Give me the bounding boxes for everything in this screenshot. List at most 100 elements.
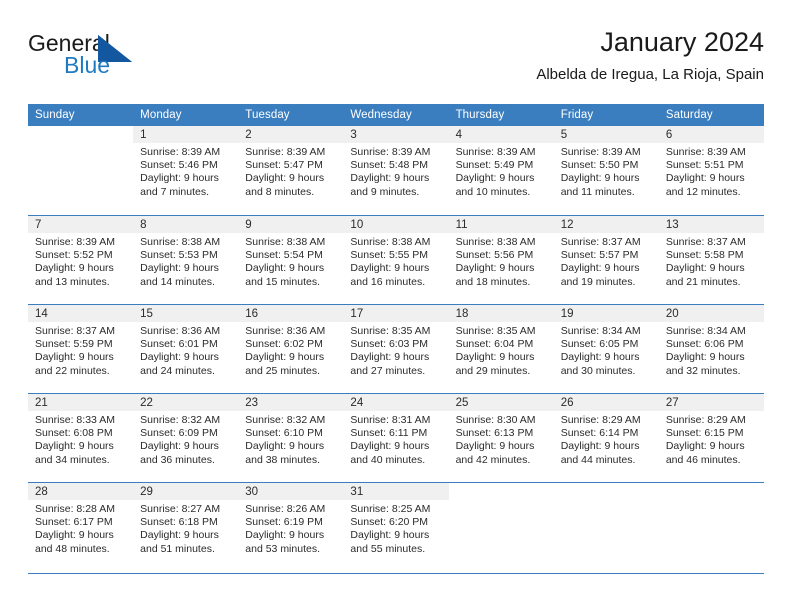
daylight-text: and 55 minutes. (350, 542, 426, 555)
day-sun-info: Sunrise: 8:39 AM Sunset: 5:51 PM Daylight:… (659, 143, 764, 199)
calendar-day-cell[interactable]: 8 Sunrise: 8:38 AM Sunset: 5:53 PM Daylight… (133, 215, 239, 304)
sunrise-text: Sunrise: 8:38 AM (350, 236, 431, 248)
daylight-text: and 21 minutes. (665, 275, 741, 288)
day-sun-info: Sunrise: 8:37 AM Sunset: 5:58 PM Daylight:… (659, 233, 764, 289)
day-number: 25 (448, 394, 554, 411)
calendar-day-cell[interactable]: 25 Sunrise: 8:30 AM Sunset: 6:13 PM Dayligh… (448, 393, 554, 482)
sunset-text: Sunset: 6:20 PM (350, 516, 429, 529)
sunset-text: Sunset: 5:51 PM (665, 159, 744, 172)
calendar-day-cell[interactable]: 14 Sunrise: 8:37 AM Sunset: 5:59 PM Dayligh… (28, 304, 134, 393)
calendar-day-cell[interactable]: 9 Sunrise: 8:38 AM Sunset: 5:54 PM Daylight… (238, 215, 344, 304)
day-sun-info: Sunrise: 8:25 AM Sunset: 6:20 PM Daylight:… (343, 500, 448, 556)
calendar-grid: Sunday Monday Tuesday Wednesday Thursday Frid… (28, 104, 764, 571)
page-title: January 2024 (600, 27, 764, 57)
calendar-day-cell[interactable]: 7 Sunrise: 8:39 AM Sunset: 5:52 PM Daylight… (28, 215, 134, 304)
sunset-text: Sunset: 6:15 PM (665, 427, 744, 440)
calendar-day-cell[interactable]: 31 Sunrise: 8:25 AM Sunset: 6:20 PM Dayligh… (343, 482, 449, 571)
calendar-day-cell[interactable]: 18 Sunrise: 8:35 AM Sunset: 6:04 PM Dayligh… (448, 304, 554, 393)
daylight-text: Daylight: 9 hours (245, 262, 325, 275)
calendar-day-cell[interactable]: 10 Sunrise: 8:38 AM Sunset: 5:55 PM Dayligh… (343, 215, 449, 304)
daylight-text: and 25 minutes. (245, 364, 320, 377)
calendar-day-cell[interactable]: 12 Sunrise: 8:37 AM Sunset: 5:57 PM Dayligh… (553, 215, 659, 304)
day-number: 9 (238, 216, 344, 233)
day-sun-info: Sunrise: 8:34 AM Sunset: 6:06 PM Daylight:… (659, 322, 764, 378)
daylight-text: and 48 minutes. (35, 542, 110, 555)
daylight-text: and 8 minutes. (245, 185, 315, 198)
calendar-day-cell[interactable]: 17 Sunrise: 8:35 AM Sunset: 6:03 PM Dayligh… (343, 304, 449, 393)
calendar-day-cell[interactable]: 23 Sunrise: 8:32 AM Sunset: 6:10 PM Dayligh… (238, 393, 344, 482)
day-sun-info: Sunrise: 8:26 AM Sunset: 6:19 PM Daylight:… (238, 500, 343, 556)
sunrise-text: Sunrise: 8:39 AM (665, 146, 746, 158)
day-sun-info: Sunrise: 8:39 AM Sunset: 5:47 PM Daylight:… (238, 143, 343, 199)
day-sun-info: Sunrise: 8:28 AM Sunset: 6:17 PM Daylight:… (28, 500, 133, 556)
daylight-text: Daylight: 9 hours (140, 262, 219, 275)
daylight-text: Daylight: 9 hours (245, 172, 325, 185)
day-number: 1 (133, 126, 239, 143)
calendar-day-cell[interactable]: 20 Sunrise: 8:34 AM Sunset: 6:06 PM Dayligh… (658, 304, 764, 393)
sunrise-text: Sunrise: 8:35 AM (350, 325, 431, 337)
calendar-day-cell[interactable]: 13 Sunrise: 8:37 AM Sunset: 5:58 PM Dayligh… (658, 215, 764, 304)
sunrise-text: Sunrise: 8:30 AM (455, 414, 536, 426)
page-subtitle: Albelda de Iregua, La Rioja, Spain (536, 66, 764, 83)
calendar-day-cell[interactable]: 2 Sunrise: 8:39 AM Sunset: 5:47 PM Daylight… (238, 126, 344, 215)
calendar-day-cell[interactable]: 19 Sunrise: 8:34 AM Sunset: 6:05 PM Dayligh… (553, 304, 659, 393)
daylight-text: and 30 minutes. (560, 364, 636, 377)
daylight-text: Daylight: 9 hours (455, 172, 535, 185)
daylight-text: Daylight: 9 hours (140, 440, 219, 453)
daylight-text: and 19 minutes. (560, 275, 636, 288)
daylight-text: and 9 minutes. (350, 185, 420, 198)
sunset-text: Sunset: 5:46 PM (140, 159, 218, 172)
day-number: 18 (448, 305, 554, 322)
calendar-day-cell[interactable]: 11 Sunrise: 8:38 AM Sunset: 5:56 PM Dayligh… (448, 215, 554, 304)
sunset-text: Sunset: 5:58 PM (665, 249, 744, 262)
calendar-day-cell[interactable]: 24 Sunrise: 8:31 AM Sunset: 6:11 PM Dayligh… (343, 393, 449, 482)
calendar-day-cell[interactable]: 4 Sunrise: 8:39 AM Sunset: 5:49 PM Daylight… (448, 126, 554, 215)
sunset-text: Sunset: 5:53 PM (140, 249, 218, 262)
calendar-day-cell[interactable]: 15 Sunrise: 8:36 AM Sunset: 6:01 PM Dayligh… (133, 304, 239, 393)
sunrise-text: Sunrise: 8:39 AM (35, 236, 115, 248)
day-number: 27 (658, 394, 764, 411)
day-number: 30 (238, 483, 344, 500)
calendar-day-cell[interactable]: 6 Sunrise: 8:39 AM Sunset: 5:51 PM Daylight… (658, 126, 764, 215)
daylight-text: Daylight: 9 hours (140, 351, 219, 364)
day-number: 2 (238, 126, 344, 143)
calendar-day-cell[interactable]: 21 Sunrise: 8:33 AM Sunset: 6:08 PM Dayligh… (28, 393, 134, 482)
calendar-day-cell[interactable]: 27 Sunrise: 8:29 AM Sunset: 6:15 PM Dayligh… (658, 393, 764, 482)
calendar-day-cell[interactable]: 26 Sunrise: 8:29 AM Sunset: 6:14 PM Dayligh… (553, 393, 659, 482)
sunset-text: Sunset: 5:48 PM (350, 159, 429, 172)
day-number (448, 483, 554, 500)
sunset-text: Sunset: 5:55 PM (350, 249, 429, 262)
sunset-text: Sunset: 6:09 PM (140, 427, 218, 440)
daylight-text: and 29 minutes. (455, 364, 531, 377)
calendar-day-cell[interactable]: 30 Sunrise: 8:26 AM Sunset: 6:19 PM Dayligh… (238, 482, 344, 571)
calendar-day-cell[interactable]: 28 Sunrise: 8:28 AM Sunset: 6:17 PM Dayligh… (28, 482, 134, 571)
daylight-text: Daylight: 9 hours (245, 529, 325, 542)
day-sun-info: Sunrise: 8:36 AM Sunset: 6:01 PM Daylight:… (133, 322, 238, 378)
day-number: 14 (28, 305, 134, 322)
calendar-day-cell[interactable]: 29 Sunrise: 8:27 AM Sunset: 6:18 PM Dayligh… (133, 482, 239, 571)
daylight-text: Daylight: 9 hours (35, 262, 114, 275)
brand-logo[interactable]: General Blue (28, 30, 258, 90)
calendar-day-cell[interactable]: 5 Sunrise: 8:39 AM Sunset: 5:50 PM Daylight… (553, 126, 659, 215)
sunrise-text: Sunrise: 8:29 AM (560, 414, 641, 426)
sunrise-text: Sunrise: 8:34 AM (665, 325, 746, 337)
day-sun-info: Sunrise: 8:39 AM Sunset: 5:48 PM Daylight:… (343, 143, 448, 199)
calendar-day-cell[interactable]: 16 Sunrise: 8:36 AM Sunset: 6:02 PM Dayligh… (238, 304, 344, 393)
calendar-day-cell[interactable]: 1 Sunrise: 8:39 AM Sunset: 5:46 PM Daylight… (133, 126, 239, 215)
calendar-day-cell[interactable]: 3 Sunrise: 8:39 AM Sunset: 5:48 PM Daylight… (343, 126, 449, 215)
calendar-day-cell[interactable]: 22 Sunrise: 8:32 AM Sunset: 6:09 PM Dayligh… (133, 393, 239, 482)
daylight-text: Daylight: 9 hours (245, 440, 325, 453)
day-sun-info: Sunrise: 8:34 AM Sunset: 6:05 PM Daylight:… (554, 322, 659, 378)
day-sun-info: Sunrise: 8:39 AM Sunset: 5:46 PM Daylight:… (133, 143, 238, 199)
sunset-text: Sunset: 5:47 PM (245, 159, 323, 172)
calendar-cell-empty (553, 482, 659, 571)
daylight-text: and 18 minutes. (455, 275, 531, 288)
sunset-text: Sunset: 5:59 PM (35, 338, 113, 351)
daylight-text: and 24 minutes. (140, 364, 215, 377)
sunset-text: Sunset: 5:52 PM (35, 249, 113, 262)
day-number: 28 (28, 483, 134, 500)
sunrise-text: Sunrise: 8:25 AM (350, 503, 431, 515)
day-number (553, 483, 659, 500)
day-sun-info: Sunrise: 8:33 AM Sunset: 6:08 PM Daylight:… (28, 411, 133, 467)
sunset-text: Sunset: 6:11 PM (350, 427, 428, 440)
